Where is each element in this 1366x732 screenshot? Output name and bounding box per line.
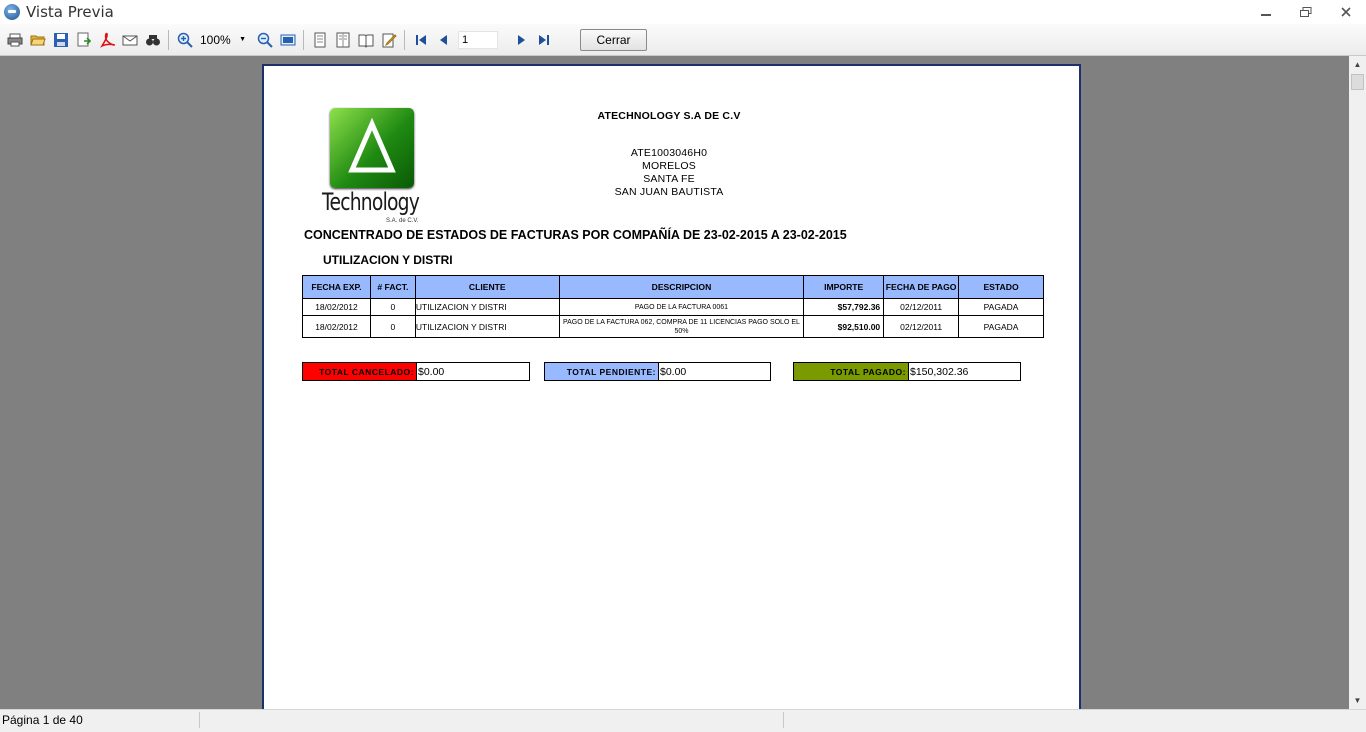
address-line-1: MORELOS [642,160,696,172]
previous-page-icon[interactable] [433,29,455,51]
cell-importe: $57,792.36 [803,298,885,316]
scroll-down-icon[interactable]: ▼ [1349,692,1366,709]
total-pendiente-value: $0.00 [659,363,770,380]
column-header: # FACT. [369,275,416,299]
cell-num-fact: 0 [369,315,416,338]
page-number-input[interactable]: 1 [458,30,498,49]
column-header: CLIENTE [414,275,560,299]
find-icon[interactable] [142,29,164,51]
cell-fecha-pago: 02/12/2011 [883,315,960,338]
restore-button[interactable] [1286,0,1326,24]
preview-viewport[interactable]: Technology S.A. de C.V. ATECHNOLOGY S.A … [0,56,1349,709]
address-line-2: SANTA FE [643,173,695,185]
report-page: Technology S.A. de C.V. ATECHNOLOGY S.A … [262,64,1081,709]
multi-page-icon[interactable] [332,29,354,51]
total-pagado-value: $150,302.36 [909,363,1020,380]
last-page-icon[interactable] [533,29,555,51]
toolbar-separator [168,29,169,50]
minimize-button[interactable] [1246,0,1286,24]
vertical-scrollbar[interactable]: ▲ ▼ [1349,56,1366,709]
toolbar: 100% ▼ 1 Cerrar [0,24,1366,56]
address-line-3: SAN JUAN BAUTISTA [614,186,724,198]
first-page-icon[interactable] [410,29,432,51]
print-icon[interactable] [4,29,26,51]
page-status: Página 1 de 40 [2,713,83,727]
table-header-row: FECHA EXP. # FACT. CLIENTE DESCRIPCION I… [302,275,1044,299]
status-bar: Página 1 de 40 [0,709,1366,732]
cell-descripcion: PAGO DE LA FACTURA 0061 [558,298,805,316]
total-cancelado-box: TOTAL CANCELADO: $0.00 [302,362,530,381]
toolbar-separator [303,29,304,50]
scrollbar-thumb[interactable] [1351,74,1364,90]
status-divider [199,712,200,728]
table-row: 18/02/2012 0 UTILIZACION Y DISTRI PAGO D… [302,298,1044,316]
cell-estado: PAGADA [958,298,1044,316]
cell-descripcion: PAGO DE LA FACTURA 062, COMPRA DE 11 LIC… [558,315,805,338]
invoice-table: FECHA EXP. # FACT. CLIENTE DESCRIPCION I… [302,275,1044,338]
total-pagado-label: TOTAL PAGADO: [794,363,909,380]
window-title: Vista Previa [26,3,114,21]
close-preview-button[interactable]: Cerrar [580,29,647,51]
total-pagado-box: TOTAL PAGADO: $150,302.36 [793,362,1021,381]
report-title: CONCENTRADO DE ESTADOS DE FACTURAS POR C… [304,228,847,242]
column-header: ESTADO [958,275,1044,299]
total-pendiente-box: TOTAL PENDIENTE: $0.00 [544,362,771,381]
app-icon [4,4,20,20]
logo-subtext: S.A. de C.V. [386,218,419,224]
scroll-up-icon[interactable]: ▲ [1349,56,1366,73]
company-rfc: ATE1003046H0 [630,147,708,159]
cell-num-fact: 0 [369,298,416,316]
pdf-icon[interactable] [96,29,118,51]
next-page-icon[interactable] [510,29,532,51]
cell-cliente: UTILIZACION Y DISTRI [414,298,560,316]
total-cancelado-label: TOTAL CANCELADO: [303,363,417,380]
company-name: ATECHNOLOGY S.A DE C.V [597,110,741,122]
save-icon[interactable] [50,29,72,51]
company-logo [330,108,414,188]
email-icon[interactable] [119,29,141,51]
cell-cliente: UTILIZACION Y DISTRI [414,315,560,338]
single-page-icon[interactable] [309,29,331,51]
zoom-in-icon[interactable] [174,29,196,51]
cell-estado: PAGADA [958,315,1044,338]
column-header: DESCRIPCION [558,275,805,299]
close-window-button[interactable] [1326,0,1366,24]
fit-page-icon[interactable] [277,29,299,51]
report-subtitle: UTILIZACION Y DISTRI [323,253,453,267]
edit-icon[interactable] [378,29,400,51]
export-icon[interactable] [73,29,95,51]
title-bar: Vista Previa [0,0,1366,24]
zoom-select[interactable]: 100% ▼ [198,30,248,50]
total-cancelado-value: $0.00 [417,363,529,380]
column-header: FECHA EXP. [302,275,371,299]
cell-fecha-pago: 02/12/2011 [883,298,960,316]
column-header: FECHA DE PAGO [883,275,960,299]
zoom-out-icon[interactable] [254,29,276,51]
chevron-down-icon: ▼ [239,36,246,43]
total-pendiente-label: TOTAL PENDIENTE: [545,363,659,380]
status-divider [783,712,784,728]
zoom-value: 100% [200,32,231,47]
book-icon[interactable] [355,29,377,51]
toolbar-separator [404,29,405,50]
table-row: 18/02/2012 0 UTILIZACION Y DISTRI PAGO D… [302,315,1044,338]
cell-fecha-exp: 18/02/2012 [302,315,371,338]
cell-importe: $92,510.00 [803,315,885,338]
cell-fecha-exp: 18/02/2012 [302,298,371,316]
open-folder-icon[interactable] [27,29,49,51]
logo-wordmark: Technology [322,188,420,216]
column-header: IMPORTE [803,275,885,299]
